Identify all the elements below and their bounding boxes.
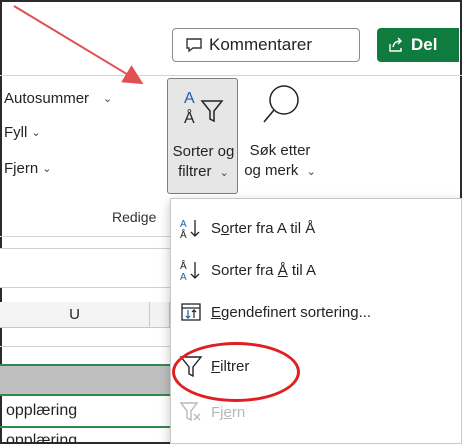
highlight-circle xyxy=(172,342,300,402)
sort-filter-button[interactable]: A Å Sorter og filtrer ⌄ xyxy=(167,78,238,194)
table-cell[interactable]: opplæring xyxy=(6,402,77,420)
chevron-down-icon: ⌄ xyxy=(219,167,229,179)
editing-group-label: Redige xyxy=(112,209,157,225)
chevron-down-icon: ⌄ xyxy=(42,163,52,175)
clear-button[interactable]: Fjern ⌄ xyxy=(4,160,51,177)
svg-text:A: A xyxy=(180,219,187,230)
sort-z-to-a-icon: Å A xyxy=(171,259,211,281)
sort-a-to-z-icon: A Å xyxy=(171,217,211,239)
ribbon-bottom-border xyxy=(0,236,170,237)
clear-label: Fjern xyxy=(4,160,39,177)
chevron-down-icon: ⌄ xyxy=(306,166,316,178)
chevron-down-icon: ⌄ xyxy=(31,127,41,139)
menu-item-sort-z-a[interactable]: Å A Sorter fra Å til A xyxy=(171,249,461,291)
share-label: Del xyxy=(411,35,438,54)
svg-text:Å: Å xyxy=(180,259,187,272)
menu-item-label: Fjern xyxy=(211,403,246,421)
fill-label: Fyll xyxy=(4,124,28,141)
comments-label: Kommentarer xyxy=(209,35,312,54)
svg-text:Å: Å xyxy=(184,108,195,127)
menu-item-label: Sorter fra Å til A xyxy=(211,261,317,279)
menu-item-label: Egendefinert sortering... xyxy=(211,303,372,321)
menu-item-sort-a-z[interactable]: A Å Sorter fra A til Å xyxy=(171,207,461,249)
table-border xyxy=(0,426,170,428)
formula-bar[interactable] xyxy=(0,248,170,288)
share-button[interactable]: Del xyxy=(377,28,459,62)
magnifier-icon xyxy=(263,85,299,123)
autosum-label: Autosummer xyxy=(4,90,90,107)
sort-filter-label-1: Sorter og xyxy=(172,143,235,160)
comments-button[interactable]: Kommentarer xyxy=(172,28,360,62)
svg-text:Å: Å xyxy=(180,228,187,239)
sort-filter-icon: A Å xyxy=(184,90,224,127)
column-header-u[interactable]: U xyxy=(0,302,150,328)
svg-text:A: A xyxy=(184,90,195,107)
sort-filter-label-2: filtrer ⌄ xyxy=(178,163,229,180)
custom-sort-icon xyxy=(171,301,211,323)
clear-filter-icon xyxy=(171,400,211,424)
ribbon-divider xyxy=(0,75,462,76)
table-border xyxy=(0,394,170,396)
row-divider xyxy=(0,346,170,347)
fill-button[interactable]: Fyll ⌄ xyxy=(4,124,41,141)
column-header-next[interactable] xyxy=(150,302,170,328)
menu-item-custom-sort[interactable]: Egendefinert sortering... xyxy=(171,291,461,333)
find-select-label-2: og merk ⌄ xyxy=(244,162,316,179)
find-select-label-1: Søk etter xyxy=(249,142,311,159)
chevron-down-icon: ⌄ xyxy=(103,93,113,105)
share-icon xyxy=(389,37,402,52)
sort-filter-menu: A Å Sorter fra A til Å Å A Sorter fra Å … xyxy=(170,198,462,444)
table-row-header-band[interactable] xyxy=(0,364,170,394)
table-cell[interactable]: opplæring xyxy=(6,432,77,444)
autosum-button[interactable]: Autosummer ⌄ xyxy=(4,90,112,107)
svg-text:A: A xyxy=(180,272,187,281)
find-select-button[interactable]: Søk etter og merk ⌄ xyxy=(240,78,320,194)
comment-icon xyxy=(186,38,202,53)
menu-item-label: Sorter fra A til Å xyxy=(211,219,316,237)
